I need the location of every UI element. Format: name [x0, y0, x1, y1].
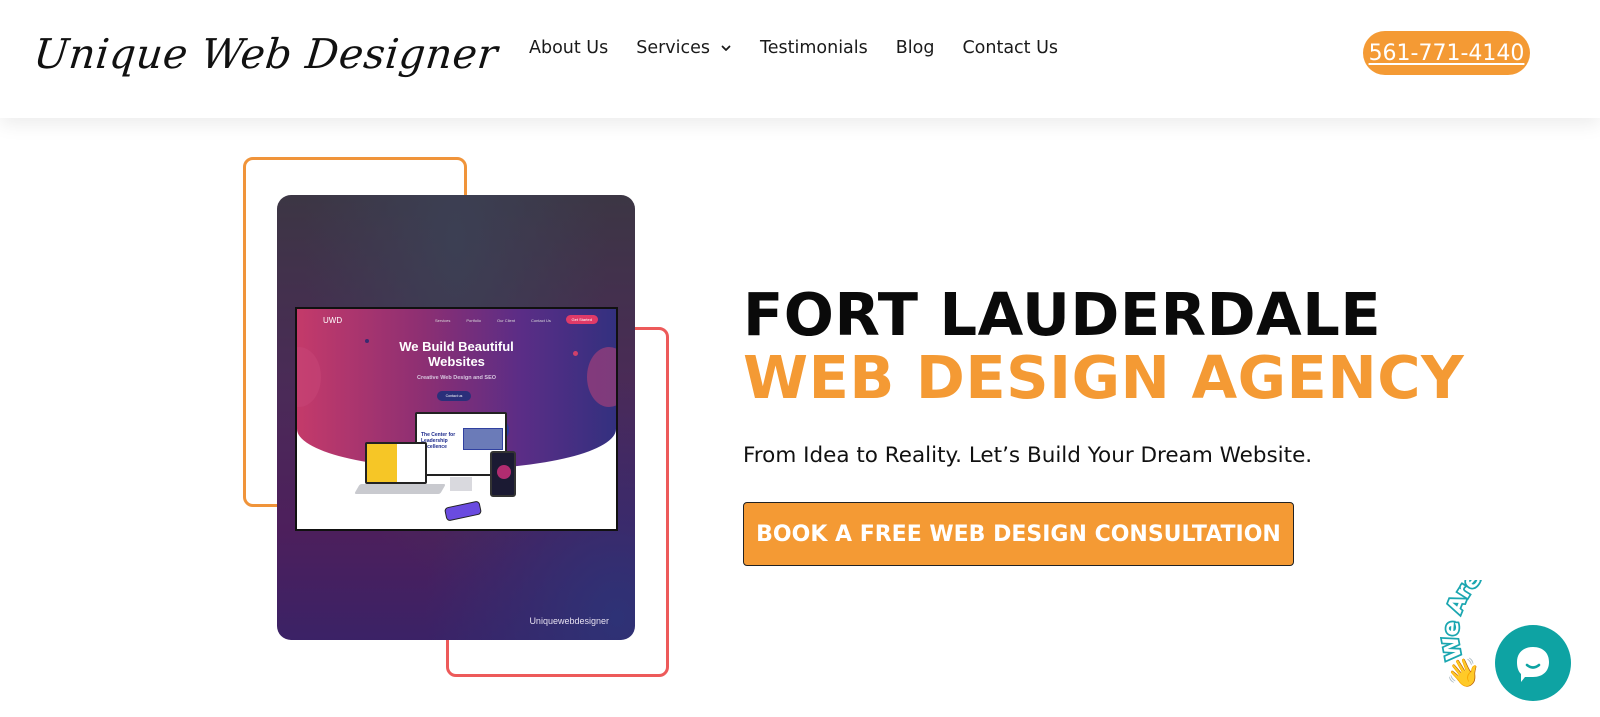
mockup-contact-button: Contact us — [437, 391, 471, 401]
book-consultation-button[interactable]: BOOK A FREE WEB DESIGN CONSULTATION — [743, 502, 1294, 566]
headline-line-2: WEB DESIGN AGENCY — [743, 343, 1465, 412]
site-header: Unique Web Designer About Us Services Te… — [0, 0, 1600, 118]
headline-line-1: FORT LAUDERDALE — [743, 280, 1382, 349]
mockup-monitor-photo — [463, 428, 503, 450]
website-mockup-screen: UWD Services Portfolio Our Client Contac… — [295, 307, 618, 531]
nav-item-contact-us[interactable]: Contact Us — [962, 38, 1058, 58]
mockup-monitor-heading: The Center for Leadership Excellence — [421, 432, 456, 450]
mockup-get-started: Get Started — [565, 315, 598, 324]
mockup-nav: UWD Services Portfolio Our Client Contac… — [297, 315, 616, 329]
mockup-nav-link: Services — [435, 318, 451, 323]
mockup-nav-link: Portfolio — [466, 318, 482, 323]
nav-item-services-label: Services — [636, 38, 711, 58]
mockup-subtitle: Creative Web Design and SEO — [416, 375, 497, 381]
mockup-laptop-panel — [397, 444, 425, 482]
hero-headline: FORT LAUDERDALE WEB DESIGN AGENCY — [743, 283, 1464, 409]
nav-item-services[interactable]: Services — [636, 38, 732, 58]
chat-bubble-icon — [1517, 647, 1549, 682]
hero-image-card: UWD Services Portfolio Our Client Contac… — [277, 195, 635, 640]
chevron-down-icon — [721, 45, 731, 51]
phone-number-button[interactable]: 561-771-4140 — [1363, 31, 1530, 75]
mockup-nav-links: Services Portfolio Our Client Contact Us — [435, 318, 551, 323]
mockup-title: We Build Beautiful Websites — [297, 339, 616, 369]
chat-open-button[interactable] — [1495, 625, 1571, 701]
main-nav: About Us Services Testimonials Blog Cont… — [529, 38, 1086, 58]
image-watermark: Uniquewebdesigner — [529, 616, 609, 626]
chat-widget[interactable]: We Are Here! 👋 — [1440, 580, 1600, 717]
site-logo[interactable]: Unique Web Designer — [31, 30, 500, 78]
mockup-laptop — [365, 442, 427, 484]
nav-item-about-us[interactable]: About Us — [529, 38, 608, 58]
nav-item-testimonials[interactable]: Testimonials — [760, 38, 868, 58]
mockup-title-text: We Build Beautiful Websites — [399, 339, 514, 369]
waving-hand-icon: 👋 — [1446, 657, 1481, 688]
mockup-phone — [443, 500, 483, 522]
mockup-laptop-keyboard — [354, 484, 446, 494]
mockup-logo: UWD — [323, 316, 343, 325]
mockup-nav-link: Our Client — [497, 318, 516, 323]
hero-tagline: From Idea to Reality. Let’s Build Your D… — [743, 443, 1313, 468]
mockup-tablet-art — [497, 465, 511, 479]
mockup-monitor-text: The Center for Leadership Excellence — [421, 432, 463, 450]
mockup-nav-link: Contact Us — [531, 318, 551, 323]
mockup-monitor-stand — [450, 477, 472, 491]
mockup-tablet — [490, 451, 516, 497]
nav-item-blog[interactable]: Blog — [896, 38, 935, 58]
